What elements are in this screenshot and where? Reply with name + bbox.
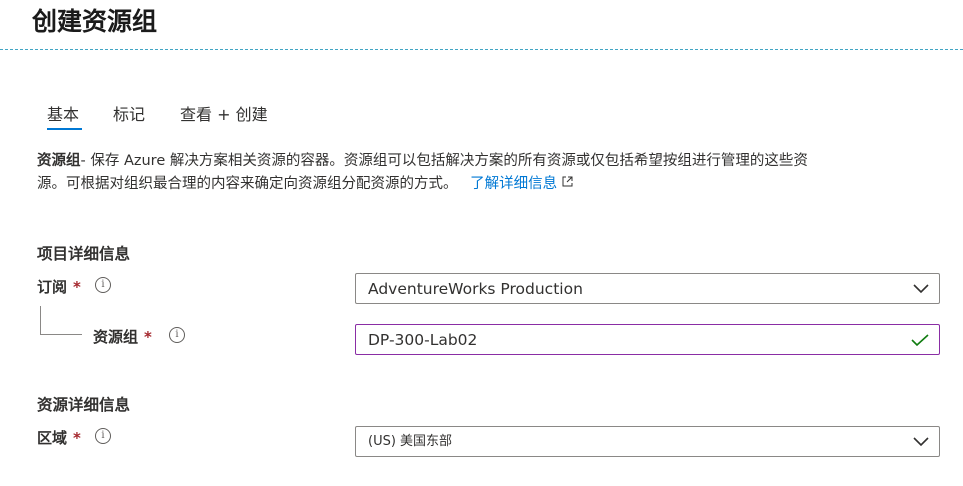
region-value: (US) 美国东部 (368, 434, 453, 449)
tab-review-create[interactable]: 查看 + 创建 (180, 101, 268, 125)
project-details-heading: 项目详细信息 (37, 245, 131, 263)
tree-connector (40, 306, 41, 334)
required-mark: * (144, 328, 152, 346)
resource-group-label-text: 资源组 (93, 328, 139, 346)
subscription-label-text: 订阅 (37, 278, 68, 296)
learn-more-label: 了解详细信息 (470, 176, 558, 192)
info-icon[interactable]: i (95, 277, 111, 293)
info-icon[interactable]: i (169, 327, 185, 343)
tab-tags[interactable]: 标记 (113, 101, 145, 125)
chevron-down-icon (913, 437, 929, 447)
resource-details-heading: 资源详细信息 (37, 396, 131, 414)
chevron-down-icon (913, 284, 929, 294)
page-title: 创建资源组 (32, 7, 158, 36)
active-tab-indicator (47, 128, 82, 130)
region-dropdown[interactable]: (US) 美国东部 (355, 426, 940, 457)
subscription-label: 订阅 * (37, 276, 81, 297)
region-label: 区域 * (37, 427, 81, 448)
description-term: 资源组 (37, 153, 81, 169)
resource-group-label: 资源组 * (93, 326, 152, 347)
tree-connector-branch (40, 334, 82, 335)
required-mark: * (73, 278, 81, 296)
description: 资源组- 保存 Azure 解决方案相关资源的容器。资源组可以包括解决方案的所有… (37, 150, 927, 196)
external-link-icon (562, 176, 573, 187)
resource-group-input[interactable]: DP-300-Lab02 (355, 324, 940, 355)
info-icon[interactable]: i (95, 428, 111, 444)
description-text: - 保存 Azure 解决方案相关资源的容器。资源组可以包括解决方案的所有资源或… (80, 153, 808, 169)
checkmark-icon (911, 334, 929, 346)
region-label-text: 区域 (37, 429, 68, 447)
subscription-value: AdventureWorks Production (368, 280, 583, 298)
tab-basics[interactable]: 基本 (47, 101, 79, 125)
resource-group-value: DP-300-Lab02 (368, 331, 478, 349)
subscription-dropdown[interactable]: AdventureWorks Production (355, 273, 940, 304)
description-text-2: 源。可根据对组织最合理的内容来确定向资源组分配资源的方式。 (37, 176, 458, 192)
required-mark: * (73, 429, 81, 447)
learn-more-link[interactable]: 了解详细信息 (470, 176, 573, 192)
header-divider (0, 49, 963, 50)
